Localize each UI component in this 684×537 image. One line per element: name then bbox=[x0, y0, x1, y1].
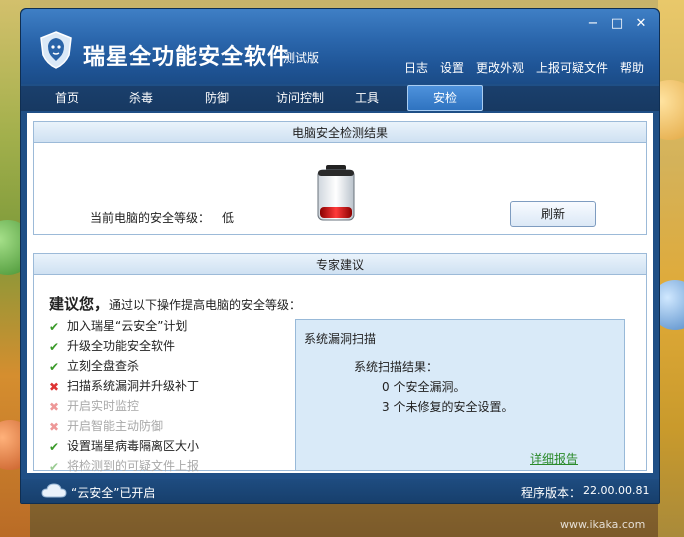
advice-item-label: 升级全功能安全软件 bbox=[67, 339, 176, 353]
title-bar: 瑞星全功能安全软件 测试版 − □ ✕ 日志 设置 更改外观 上报可疑文件 帮助 bbox=[21, 9, 659, 84]
advice-item: ✖ 开启智能主动防御 bbox=[49, 417, 163, 434]
security-result-header: 电脑安全检测结果 bbox=[33, 121, 647, 143]
tab-security-check[interactable]: 安检 bbox=[407, 85, 483, 111]
minimize-button[interactable]: − bbox=[585, 17, 601, 31]
close-button[interactable]: ✕ bbox=[633, 17, 649, 31]
check-icon: ✔ bbox=[49, 339, 60, 354]
app-window: 瑞星全功能安全软件 测试版 − □ ✕ 日志 设置 更改外观 上报可疑文件 帮助… bbox=[20, 8, 660, 504]
tab-tools[interactable]: 工具 bbox=[339, 86, 395, 111]
menu-help[interactable]: 帮助 bbox=[620, 59, 644, 76]
security-level-value: 低 bbox=[222, 211, 235, 225]
advice-heading-text: 通过以下操作提高电脑的安全等级： bbox=[109, 298, 302, 312]
advice-item-label: 设置瑞星病毒隔离区大小 bbox=[67, 439, 200, 453]
vulnerability-count: 0 个安全漏洞。 bbox=[382, 380, 466, 394]
panel-title: 系统漏洞扫描 bbox=[304, 332, 377, 346]
tab-access-control[interactable]: 访问控制 bbox=[257, 86, 343, 111]
status-bar: “云安全”已开启 程序版本： 22.00.00.81 bbox=[21, 479, 659, 503]
security-level-label: 当前电脑的安全等级： bbox=[90, 211, 211, 225]
advice-item[interactable]: ✔ 加入瑞星“云安全”计划 bbox=[49, 317, 187, 334]
expert-advice-header: 专家建议 bbox=[33, 253, 647, 275]
advice-item-label: 加入瑞星“云安全”计划 bbox=[67, 319, 188, 333]
version-value: 22.00.00.81 bbox=[583, 484, 650, 497]
menu-log[interactable]: 日志 bbox=[404, 59, 428, 76]
vulnerability-panel: 系统漏洞扫描 系统扫描结果： 0 个安全漏洞。 3 个未修复的安全设置。 详细报… bbox=[295, 319, 625, 471]
menu-change-skin[interactable]: 更改外观 bbox=[476, 59, 524, 76]
advice-item[interactable]: ✔ 立刻全盘查杀 bbox=[49, 357, 139, 374]
detail-report-link[interactable]: 详细报告 bbox=[530, 450, 578, 467]
check-icon: ✔ bbox=[49, 459, 60, 474]
tab-home[interactable]: 首页 bbox=[39, 86, 95, 111]
menu-report-suspicious[interactable]: 上报可疑文件 bbox=[536, 59, 608, 76]
advice-item: ✖ 开启实时监控 bbox=[49, 397, 139, 414]
cross-icon: ✖ bbox=[49, 399, 60, 414]
cross-icon: ✖ bbox=[49, 379, 60, 394]
check-icon: ✔ bbox=[49, 319, 60, 334]
maximize-button[interactable]: □ bbox=[609, 17, 625, 31]
check-icon: ✔ bbox=[49, 359, 60, 374]
menu-settings[interactable]: 设置 bbox=[440, 59, 464, 76]
advice-item-label: 扫描系统漏洞并升级补丁 bbox=[67, 379, 200, 393]
advice-heading-bold: 建议您， bbox=[49, 295, 110, 313]
battery-fill bbox=[320, 207, 352, 218]
unfixed-settings-count: 3 个未修复的安全设置。 bbox=[382, 400, 514, 414]
check-icon: ✔ bbox=[49, 439, 60, 454]
advice-heading: 建议您，通过以下操作提高电脑的安全等级： bbox=[49, 293, 301, 314]
edition-label: 测试版 bbox=[283, 51, 320, 65]
scan-result-label: 系统扫描结果： bbox=[354, 360, 439, 374]
cross-icon: ✖ bbox=[49, 419, 60, 434]
security-result-box: 当前电脑的安全等级： 低 刷新 bbox=[33, 143, 647, 235]
advice-item[interactable]: ✔ 设置瑞星病毒隔离区大小 bbox=[49, 437, 199, 454]
tab-defense[interactable]: 防御 bbox=[189, 86, 245, 111]
advice-item[interactable]: ✖ 扫描系统漏洞并升级补丁 bbox=[49, 377, 199, 394]
refresh-button[interactable]: 刷新 bbox=[510, 201, 596, 227]
tab-antivirus[interactable]: 杀毒 bbox=[113, 86, 169, 111]
lion-shield-icon bbox=[40, 31, 72, 69]
advice-item-label: 立刻全盘查杀 bbox=[67, 359, 140, 373]
watermark: www.ikaka.com bbox=[560, 518, 646, 531]
cloud-icon bbox=[41, 483, 67, 498]
main-content: 电脑安全检测结果 当前电脑的安全等级： 低 刷新 专家建议 建议您，通过以下操作… bbox=[27, 113, 653, 473]
advice-item: ✔ 将检测到的可疑文件上报 bbox=[49, 457, 199, 474]
advice-item[interactable]: ✔ 升级全功能安全软件 bbox=[49, 337, 175, 354]
advice-item-label: 开启智能主动防御 bbox=[67, 419, 164, 433]
advice-item-label: 开启实时监控 bbox=[67, 399, 140, 413]
cloud-security-status: “云安全”已开启 bbox=[71, 486, 156, 500]
app-title: 瑞星全功能安全软件 bbox=[83, 45, 291, 70]
version-label: 程序版本： bbox=[521, 486, 582, 500]
advice-item-label: 将检测到的可疑文件上报 bbox=[67, 459, 200, 473]
tab-bar: 首页 杀毒 防御 访问控制 工具 安检 bbox=[21, 85, 659, 111]
battery-level-icon bbox=[317, 165, 355, 221]
